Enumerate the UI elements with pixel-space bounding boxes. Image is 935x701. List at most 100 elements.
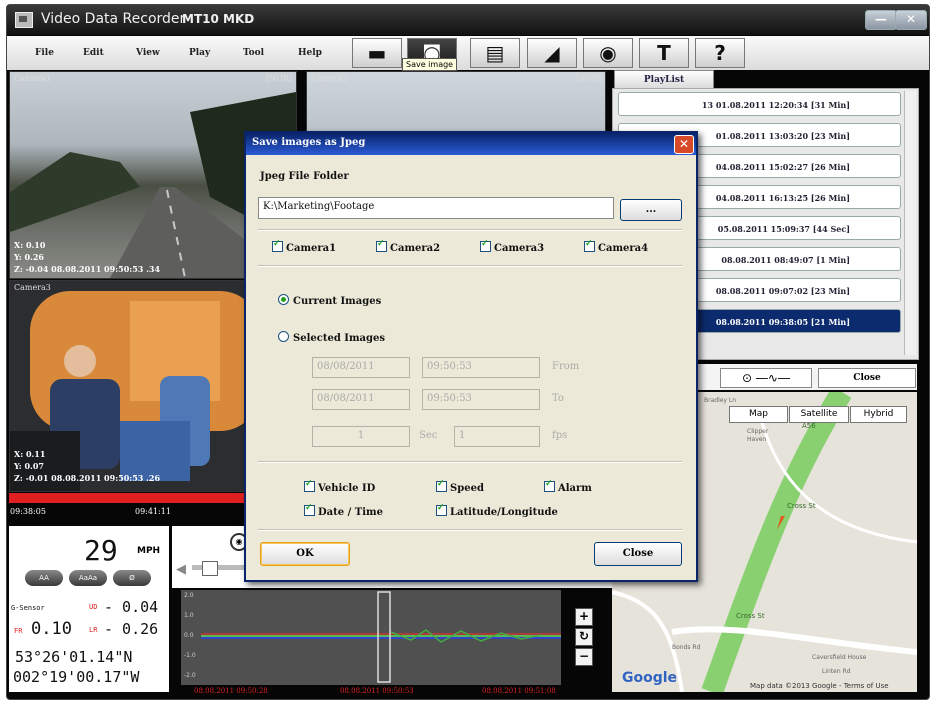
volume-knob[interactable]: [202, 561, 218, 576]
speed-unit: MPH: [137, 546, 161, 556]
menu-file[interactable]: File: [35, 48, 54, 58]
title-bar: Video Data Recorder MT10 MKD — ✕: [7, 5, 929, 35]
fps-select[interactable]: 1: [454, 426, 540, 447]
browse-button[interactable]: ...: [620, 199, 682, 221]
hammer-icon[interactable]: T: [639, 38, 689, 68]
selected-images-radio[interactable]: Selected Images: [278, 331, 385, 344]
menu-bar: File Edit View Play Tool Help ▬ ◙ ▤ ◢ ◉ …: [7, 36, 929, 70]
camera1-status: [NOR]: [266, 74, 292, 83]
camera1-y: Y: 0.26: [14, 252, 44, 262]
speed-checkbox[interactable]: Speed: [436, 479, 484, 494]
menu-view[interactable]: View: [136, 48, 160, 58]
printer-icon[interactable]: ▤: [470, 38, 520, 68]
camera2-checkbox[interactable]: Camera2: [376, 239, 440, 254]
dialog-close-button[interactable]: Close: [594, 542, 682, 566]
open-folder-icon[interactable]: ▬: [352, 38, 402, 68]
zoom-in-button[interactable]: +: [575, 608, 593, 626]
to-date-input[interactable]: 08/08/2011: [312, 389, 410, 410]
ud-value: - 0.04: [104, 598, 159, 616]
menu-tool[interactable]: Tool: [243, 48, 264, 58]
map-tab-hybrid[interactable]: Hybrid: [850, 406, 907, 423]
current-images-radio[interactable]: Current Images: [278, 294, 381, 307]
dialog-title: Save images as Jpeg: [252, 137, 366, 148]
map-tab-map[interactable]: Map: [729, 406, 788, 423]
map-label: Clipper: [747, 428, 769, 435]
camera1-label: Camera1: [14, 74, 51, 83]
lr-label: LR: [89, 626, 98, 634]
playlist-scrollbar[interactable]: [904, 91, 916, 355]
playlist-close-button[interactable]: Close: [818, 368, 916, 388]
menu-edit[interactable]: Edit: [83, 48, 104, 58]
button-aaaa[interactable]: AaAa: [69, 570, 107, 586]
camera3-x: X: 0.11: [14, 449, 46, 459]
button-null[interactable]: Ø: [113, 570, 151, 586]
map-copyright[interactable]: Map data ©2013 Google - Terms of Use: [750, 682, 889, 690]
map-label: Bradley Ln: [704, 397, 737, 404]
map-label: Cross St: [787, 502, 816, 510]
google-logo: Google: [622, 670, 678, 686]
model-name: MT10 MKD: [182, 12, 255, 26]
volume-icon[interactable]: ◀: [176, 562, 186, 577]
save-images-dialog: Save images as Jpeg ✕ Jpeg File Folder K…: [244, 131, 698, 582]
camera3-checkbox[interactable]: Camera3: [480, 239, 544, 254]
from-date-input[interactable]: 08/08/2011: [312, 357, 410, 378]
map-tab-satellite[interactable]: Satellite: [789, 406, 849, 423]
zoom-out-button[interactable]: −: [575, 648, 593, 666]
camera3-z-timestamp: Z: -0.01 08.08.2011 09:50:53 .26: [14, 473, 161, 483]
menu-play[interactable]: Play: [189, 48, 210, 58]
map-label: A56: [802, 422, 816, 430]
to-label: To: [552, 393, 564, 404]
close-window-button[interactable]: ✕: [895, 10, 927, 30]
help-icon[interactable]: ?: [695, 38, 745, 68]
vehicle-gauges: 29 MPH AA AaAa Ø G-Sensor UD - 0.04 FR 0…: [9, 526, 169, 692]
camera3-label: Camera3: [14, 283, 51, 292]
app-icon: [15, 12, 33, 28]
graph-x-mid: 08.08.2011 09:50:53: [340, 687, 414, 695]
alarm-checkbox[interactable]: Alarm: [544, 479, 592, 494]
tooltip-save-image: Save image: [402, 58, 458, 71]
graph-x-end: 08.08.2011 09:51:08: [482, 687, 556, 695]
minimize-button[interactable]: —: [865, 10, 897, 30]
waveform-icon[interactable]: ⊙ ―∿―: [720, 368, 812, 388]
button-aa[interactable]: AA: [25, 570, 63, 586]
dialog-close-icon[interactable]: ✕: [674, 135, 694, 154]
camera1-x: X: 0.10: [14, 240, 46, 250]
camera4-checkbox[interactable]: Camera4: [584, 239, 648, 254]
longitude: 002°19'00.17"W: [13, 668, 140, 686]
lr-value: - 0.26: [104, 620, 159, 638]
separator: [258, 529, 682, 531]
map-label: Haven: [747, 436, 767, 443]
app-title: Video Data Recorder: [41, 11, 186, 27]
graph-traces: [201, 591, 561, 683]
timeline-end: 09:41:11: [135, 507, 171, 516]
map-label: Cross St: [736, 612, 765, 620]
menu-help[interactable]: Help: [298, 48, 322, 58]
separator: [258, 265, 682, 267]
clapper-icon[interactable]: ◢: [527, 38, 577, 68]
gsensor-graph[interactable]: 2.0 1.0 0.0 -1.0 -2.0: [181, 590, 561, 685]
date-time-checkbox[interactable]: Date / Time: [304, 503, 383, 518]
lat-lon-checkbox[interactable]: Latitude/Longitude: [436, 503, 558, 518]
tab-playlist[interactable]: PlayList: [614, 70, 714, 89]
playlist-item[interactable]: 13 01.08.2011 12:20:34 [31 Min]: [618, 92, 901, 116]
ok-button[interactable]: OK: [260, 542, 350, 566]
ud-label: UD: [89, 603, 98, 611]
camera2-status: [NOR]: [575, 74, 601, 83]
vehicle-id-checkbox[interactable]: Vehicle ID: [304, 479, 375, 494]
camera1-checkbox[interactable]: Camera1: [272, 239, 336, 254]
camera2-label: Camera2: [311, 74, 348, 83]
to-time-input[interactable]: 09:50:53: [422, 389, 540, 410]
map-label: Caversfield House: [812, 654, 867, 661]
folder-path-input[interactable]: K:\Marketing\Footage: [258, 197, 614, 219]
map-label: Linten Rd: [822, 668, 851, 675]
latitude: 53°26'01.14"N: [15, 648, 133, 666]
from-time-input[interactable]: 09:50:53: [422, 357, 540, 378]
folder-label: Jpeg File Folder: [260, 171, 349, 182]
zoom-reset-button[interactable]: ↻: [575, 628, 593, 646]
speed-value: 29: [84, 534, 118, 567]
dialog-title-bar: Save images as Jpeg ✕: [246, 133, 696, 155]
camera1-z-timestamp: Z: -0.04 08.08.2011 09:50:53 .34: [14, 264, 161, 274]
disc-icon[interactable]: ◉: [583, 38, 633, 68]
map-label: Bonds Rd: [672, 644, 701, 651]
seconds-input[interactable]: 1: [312, 426, 410, 447]
